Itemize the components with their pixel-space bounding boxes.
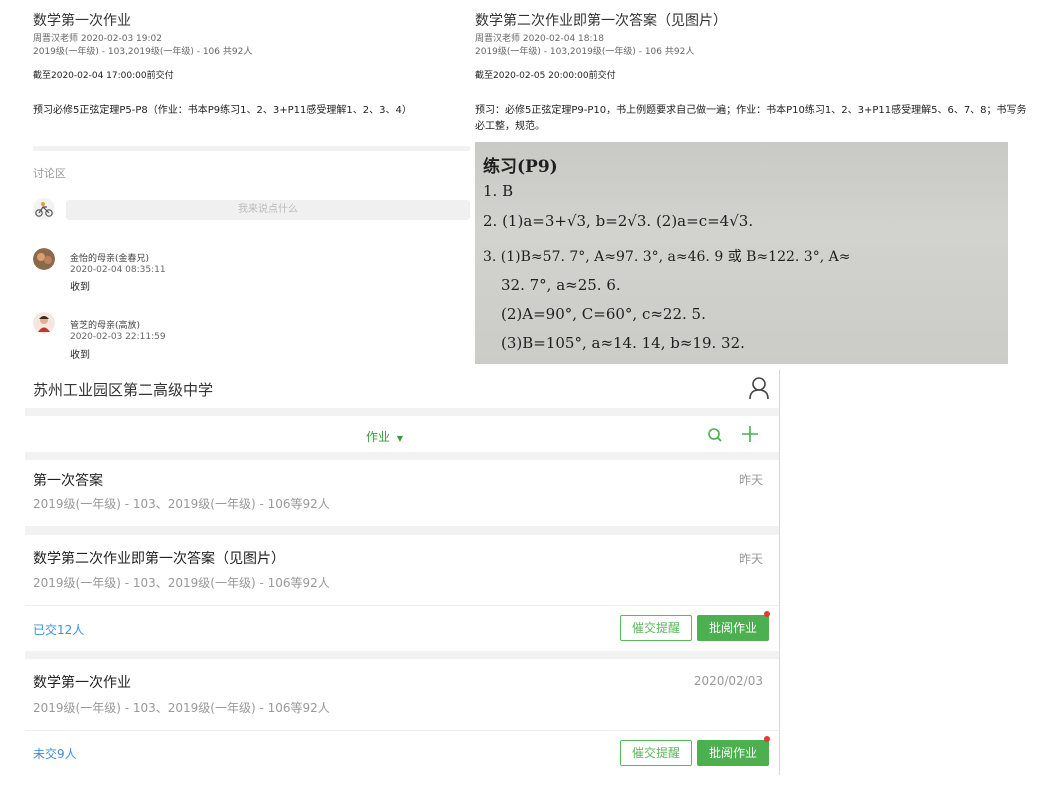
list-item-title: 数学第一次作业 [33, 675, 131, 691]
answer-line: 3. (1)B≈57. 7°, A≈97. 3°, a≈46. 9 或 B≈12… [483, 249, 851, 265]
homework-tab-dropdown[interactable]: 作业 ▼ [366, 428, 403, 445]
list-item-date: 2020/02/03 [693, 674, 763, 688]
remind-submit-button[interactable]: 催交提醒 [620, 615, 692, 641]
list-item-classes: 2019级(一年级) - 103、2019级(一年级) - 106等92人 [33, 497, 330, 511]
list-item-title: 数学第二次作业即第一次答案（见图片） [33, 551, 285, 567]
commenter-avatar [33, 248, 55, 270]
notification-dot [764, 736, 770, 742]
homework2-deadline: 截至2020-02-05 20:00:00前交付 [475, 71, 616, 81]
homework1-description: 预习必修5正弦定理P5-P8（作业：书本P9练习1、2、3+P11感受理解1、2… [33, 105, 412, 116]
add-button[interactable] [741, 425, 759, 443]
unsubmitted-count-link[interactable]: 未交9人 [33, 745, 77, 762]
answer-line: 练习(P9) [483, 157, 558, 177]
row-separator [25, 605, 779, 606]
discussion-label: 讨论区 [33, 167, 66, 180]
person-outline-icon [749, 377, 769, 400]
homework1-deadline: 截至2020-02-04 17:00:00前交付 [33, 71, 174, 81]
answer-line: (2)A=90°, C=60°, c≈22. 5. [501, 305, 706, 323]
answer-line: (3)B=105°, a≈14. 14, b≈19. 32. [501, 334, 745, 352]
commenter-avatar [33, 312, 55, 334]
user-photo-icon [33, 248, 55, 270]
current-user-avatar [33, 198, 55, 220]
comment-time: 2020-02-04 08:35:11 [70, 265, 166, 275]
submitted-count-link[interactable]: 已交12人 [33, 621, 84, 638]
panel-border [779, 370, 780, 775]
item-divider [25, 526, 779, 535]
answer-image: 练习(P9) 1. B 2. (1)a=3+√3, b=2√3. (2)a=c=… [475, 142, 1008, 364]
notification-dot [764, 611, 770, 617]
homework1-classes: 2019级(一年级) - 103,2019级(一年级) - 106 共92人 [33, 47, 253, 57]
comment-author: 金怡的母亲(金春兄) [70, 254, 150, 264]
header-divider [25, 408, 779, 416]
review-homework-button[interactable]: 批阅作业 [697, 740, 769, 766]
homework2-classes: 2019级(一年级) - 103,2019级(一年级) - 106 共92人 [475, 47, 695, 57]
bicycle-avatar-icon [33, 198, 55, 220]
homework-tab-label: 作业 [366, 430, 391, 444]
comment-author: 管芝的母亲(高放) [70, 321, 141, 331]
homework-list-item[interactable]: 第一次答案 2019级(一年级) - 103、2019级(一年级) - 106等… [25, 460, 779, 526]
answer-line: 2. (1)a=3+√3, b=2√3. (2)a=c=4√3. [483, 212, 754, 230]
list-item-date: 昨天 [738, 473, 763, 487]
search-icon [708, 428, 722, 442]
answer-line: 32. 7°, a≈25. 6. [501, 276, 621, 294]
list-item-title: 第一次答案 [33, 473, 103, 489]
homework1-title: 数学第一次作业 [33, 13, 131, 29]
comment-input[interactable]: 我来说点什么 [66, 200, 470, 220]
review-homework-button[interactable]: 批阅作业 [697, 615, 769, 641]
remind-submit-button[interactable]: 催交提醒 [620, 740, 692, 766]
user-photo-icon [33, 312, 55, 334]
comment-text: 收到 [70, 282, 90, 293]
comment-text: 收到 [70, 350, 90, 361]
comment-time: 2020-02-03 22:11:59 [70, 332, 166, 342]
profile-button[interactable] [748, 376, 770, 400]
homework-list-item[interactable]: 数学第二次作业即第一次答案（见图片） 2019级(一年级) - 103、2019… [25, 535, 779, 605]
list-item-classes: 2019级(一年级) - 103、2019级(一年级) - 106等92人 [33, 576, 330, 590]
list-item-classes: 2019级(一年级) - 103、2019级(一年级) - 106等92人 [33, 701, 330, 715]
list-item-date: 昨天 [738, 552, 763, 566]
homework1-teacher-meta: 周晋汉老师 2020-02-03 19:02 [33, 34, 162, 44]
toolbar-divider [25, 452, 779, 460]
section-divider [33, 146, 470, 151]
homework2-teacher-meta: 周晋汉老师 2020-02-04 18:18 [475, 34, 604, 44]
item-divider [25, 651, 779, 659]
answer-line: 1. B [483, 182, 514, 200]
homework-list-item[interactable]: 数学第一次作业 2019级(一年级) - 103、2019级(一年级) - 10… [25, 659, 779, 729]
chevron-down-icon: ▼ [396, 434, 403, 443]
homework2-description: 预习：必修5正弦定理P9-P10，书上例题要求自己做一遍；作业：书本P10练习1… [475, 105, 1027, 132]
row-separator [25, 730, 779, 731]
homework2-title: 数学第二次作业即第一次答案（见图片） [475, 13, 727, 29]
search-button[interactable] [707, 426, 723, 444]
plus-icon [742, 426, 758, 442]
school-name: 苏州工业园区第二高级中学 [33, 381, 214, 399]
